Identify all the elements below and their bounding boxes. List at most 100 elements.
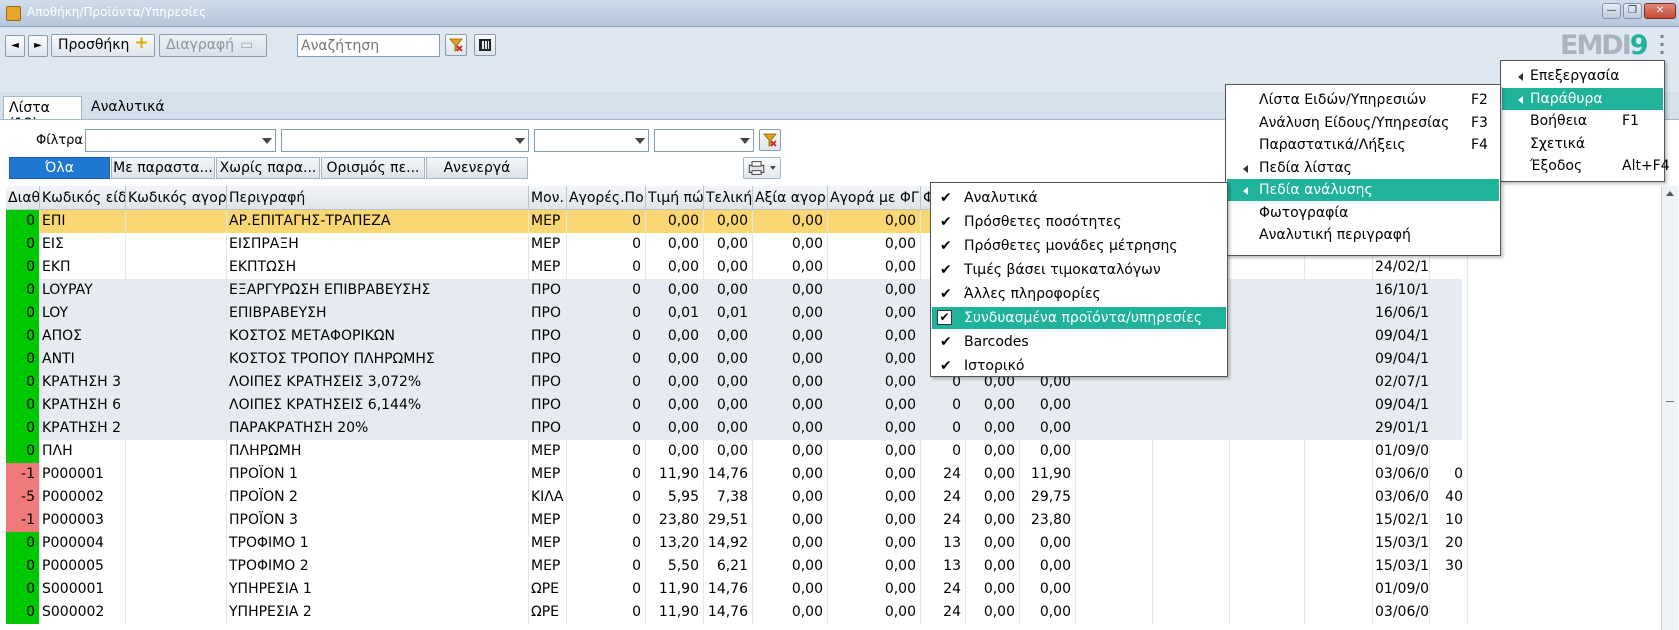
cell-c13: 11,90 [1020,463,1076,486]
main-menu-item[interactable]: Σχετικά [1502,133,1663,155]
cell-empty [1228,440,1305,463]
filter-combo-4[interactable] [654,129,754,152]
cell-desc: ΛΟΙΠΕΣ ΚΡΑΤΗΣΕΙΣ 3,072% [227,371,529,394]
table-row[interactable]: 0 P000004 ΤΡΟΦΙΜΟ 1 ΜΕΡ 0 13,20 14,92 0,00 0,00 1… [6,532,1468,555]
cell-avail: 0 [6,210,40,233]
analysis-menu-item[interactable]: ✔ Αναλυτικά [932,187,1226,209]
delete-button[interactable]: Διαγραφή ▭ [159,34,267,57]
table-row[interactable]: 0 ΚΡΑΤΗΣΗ 6 ΛΟΙΠΕΣ ΚΡΑΤΗΣΕΙΣ 6,144% ΠΡΟ 0 0,0… [6,394,1468,417]
table-row[interactable]: 0 ΠΛΗ ΠΛΗΡΩΜΗ ΜΕΡ 0 0,00 0,00 0,00 0,00 0 0,00 0,00… [6,440,1468,463]
table-row[interactable]: 0 ΕΚΠ ΕΚΠΤΩΣΗ ΜΕΡ 0 0,00 0,00 0,00 0,00 24/02/1 [6,256,1468,279]
cell-buycode [126,233,227,256]
column-header[interactable]: Αγορές.Πο [567,186,646,210]
analysis-menu-item[interactable]: ✔ Πρόσθετες ποσότητες [932,211,1226,233]
restore-icon[interactable]: ❐ [1623,3,1642,19]
cell-unit: ΠΡΟ [529,348,567,371]
table-row[interactable]: 0 ΑΠΟΣ ΚΟΣΤΟΣ ΜΕΤΑΦΟΡΙΚΩΝ ΠΡΟ 0 0,00 0,00 0,00 0… [6,325,1468,348]
cell-unit: ΜΕΡ [529,233,567,256]
cell-empty [1228,555,1305,578]
windows-menu-item[interactable]: Πεδία ανάλυσης [1227,179,1499,201]
analysis-menu-item[interactable]: ✔ Συνδυασμένα προϊόντα/υπηρεσίες [932,307,1226,329]
table-row[interactable]: 0 S000001 ΥΠΗΡΕΣΙΑ 1 ΩΡΕ 0 11,90 14,76 0,00 0,00… [6,578,1468,601]
column-header[interactable]: Κωδικός αγορ [126,186,227,210]
table-row[interactable]: 0 ΚΡΑΤΗΣΗ 3 ΛΟΙΠΕΣ ΚΡΑΤΗΣΕΙΣ 3,072% ΠΡΟ 0 0,0… [6,371,1468,394]
clear-filter-button[interactable] [445,34,467,56]
cell-value: 0,00 [753,371,828,394]
cell-price: 13,20 [646,532,704,555]
windows-menu-item[interactable]: Αναλυτική περιγραφή [1227,224,1499,246]
analysis-menu-item[interactable]: ✔ Πρόσθετες μονάδες μέτρησης [932,235,1226,257]
segment-all[interactable]: Όλα [9,157,110,179]
windows-menu-item[interactable]: Λίστα Ειδών/Υπηρεσιών F2 [1227,89,1499,111]
cell-empty [1228,302,1305,325]
column-header[interactable]: Τιμή πώ [646,186,704,210]
table-row[interactable]: 0 P000005 ΤΡΟΦΙΜΟ 2 ΜΕΡ 0 5,50 6,21 0,00 0,00 13 0… [6,555,1468,578]
more-options-icon[interactable]: · · · [1659,29,1665,61]
analysis-menu-item-label: Αναλυτικά [964,190,1038,206]
table-row[interactable]: 0 ΑΝΤΙ ΚΟΣΤΟΣ ΤΡΟΠΟΥ ΠΛΗΡΩΜΗΣ ΠΡΟ 0 0,00 0,00 0… [6,348,1468,371]
cell-buycode [126,601,227,624]
table-row[interactable]: -5 P000002 ΠΡΟΪΟΝ 2 ΚΙΛΑ 0 5,95 7,38 0,00 0,00 24… [6,486,1468,509]
cell-code: S000001 [40,578,126,601]
segment-define-fields[interactable]: Ορισμός πε... [321,157,425,179]
table-row[interactable]: -1 P000003 ΠΡΟΪΟΝ 3 ΜΕΡ 0 23,80 29,51 0,00 0,00 2… [6,509,1468,532]
next-button[interactable]: ► [28,35,48,57]
cell-buyfpa: 0,00 [828,279,921,302]
cell-desc: ΑΡ.ΕΠΙΤΑΓΗΣ-ΤΡΑΠΕΖΑ [227,210,529,233]
windows-menu-item[interactable]: Φωτογραφία [1227,202,1499,224]
filter-combo-1[interactable] [85,129,276,152]
tab-analysis[interactable]: Αναλυτικά [86,96,170,119]
print-button[interactable] [743,157,781,179]
windows-menu-item[interactable]: Παραστατικά/Λήξεις F4 [1227,134,1499,156]
table-row[interactable]: 0 S000002 ΥΠΗΡΕΣΙΑ 2 ΩΡΕ 0 11,90 14,76 0,00 0,00… [6,601,1468,624]
vertical-scrollbar[interactable] [1661,186,1678,630]
search-input[interactable] [297,34,440,57]
table-row[interactable]: 0 ΚΡΑΤΗΣΗ 2 ΠΑΡΑΚΡΑΤΗΣΗ 20% ΠΡΟ 0 0,00 0,00 0,0… [6,417,1468,440]
segment-with-docs[interactable]: Με παραστα... [111,157,215,179]
clear-filters-button[interactable] [759,129,781,151]
windows-menu-item[interactable]: Ανάλυση Είδους/Υπηρεσίας F3 [1227,112,1499,134]
segment-without-docs[interactable]: Χωρίς παρα... [216,157,320,179]
table-row[interactable]: 0 LOYPAY ΕΞΑΡΓΥΡΩΣΗ ΕΠΙΒΡΑΒΕΥΣΗΣ ΠΡΟ 0 0,00 0,… [6,279,1468,302]
tab-list[interactable]: Λίστα (18) [3,96,82,132]
minimize-icon[interactable]: — [1602,3,1621,19]
cell-code: ΕΚΠ [40,256,126,279]
cell-final: 6,21 [704,555,753,578]
column-header[interactable]: Αξία αγορ [753,186,828,210]
cell-c13: 0,00 [1020,578,1076,601]
filter-combo-2[interactable] [281,129,529,152]
prev-button[interactable]: ◄ [5,35,25,57]
cell-empty [1153,440,1230,463]
main-menu-item[interactable]: Επεξεργασία [1502,65,1663,87]
cell-value: 0,00 [753,601,828,624]
column-header[interactable]: Τελική [704,186,753,210]
main-menu-item[interactable]: Βοήθεια F1 [1502,110,1663,132]
analysis-menu-item[interactable]: ✔ Barcodes [932,331,1226,353]
column-header[interactable]: Διαθ [6,186,40,210]
cell-empty [1228,486,1305,509]
main-menu-item[interactable]: Έξοδος Alt+F4 [1502,155,1670,177]
cell-empty [1306,555,1373,578]
close-icon[interactable]: ✕ [1644,3,1676,19]
windows-menu-item[interactable]: Πεδία λίστας [1227,157,1499,179]
table-row[interactable]: 0 LOY ΕΠΙΒΡΑΒΕΥΣΗ ΠΡΟ 0 0,01 0,01 0,00 0,00 16/06… [6,302,1468,325]
analysis-menu-item[interactable]: ✔ Τιμές βάσει τιμοκαταλόγων [932,259,1226,281]
add-button[interactable]: Προσθήκη + [51,34,155,57]
column-header[interactable]: Περιγραφή [227,186,529,210]
filter-combo-3[interactable] [534,129,649,152]
cell-price: 5,95 [646,486,704,509]
analysis-menu-item[interactable]: ✔ Ιστορικό [932,355,1226,377]
analysis-menu-item[interactable]: ✔ Άλλες πληροφορίες [932,283,1226,305]
scroll-thumb-grip[interactable] [1666,401,1674,402]
columns-button[interactable] [474,34,496,56]
table-row[interactable]: -1 P000001 ΠΡΟΪΟΝ 1 ΜΕΡ 0 11,90 14,76 0,00 0,00 2… [6,463,1468,486]
main-menu-item[interactable]: Παράθυρα [1502,87,1663,110]
cell-unit: ΠΡΟ [529,417,567,440]
column-header[interactable]: Αγορά με ΦΓ [828,186,921,210]
cell-price: 0,01 [646,302,704,325]
scroll-up-icon[interactable] [1666,191,1674,196]
segment-inactive[interactable]: Ανενεργά [426,157,528,179]
cell-date: 09/04/1 [1373,325,1430,348]
column-header[interactable]: Κωδικός είδ [40,186,126,210]
column-header[interactable]: Μον. [529,186,567,210]
